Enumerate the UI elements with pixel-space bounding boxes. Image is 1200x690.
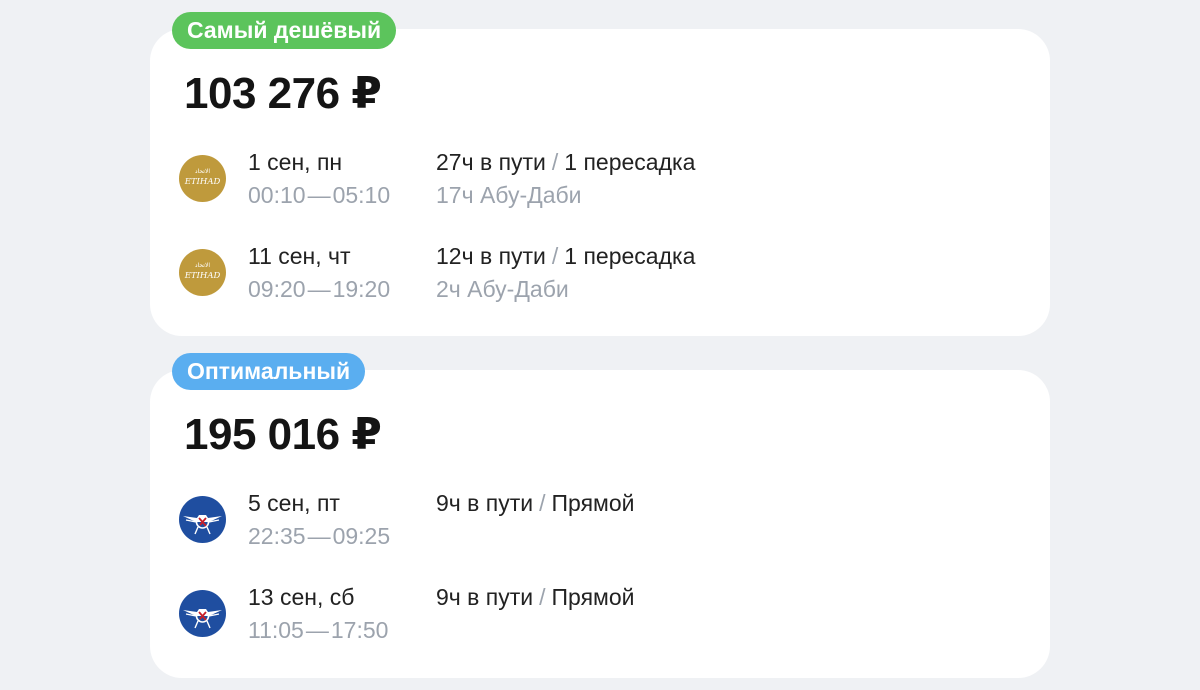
etihad-logo-icon: الاتحاد ETIHAD (179, 249, 226, 296)
etihad-logo-icon: الاتحاد ETIHAD (179, 155, 226, 202)
flight-row-return: 13 сен, сб 11:05—17:50 9ч в пути / Прямой (150, 584, 1050, 654)
stops-separator: / (539, 584, 546, 610)
duration-text: 9ч в пути (436, 584, 534, 610)
flight-duration: 9ч в пути / Прямой (436, 584, 635, 611)
flight-duration: 12ч в пути/1 пересадка (436, 243, 695, 270)
stops-separator: / (551, 149, 559, 175)
arrive-time: 05:10 (332, 182, 391, 208)
depart-time: 09:20 (248, 276, 306, 302)
flight-times: 22:35—09:25 (248, 523, 390, 550)
arrive-time: 09:25 (332, 523, 391, 549)
svg-text:الاتحاد: الاتحاد (195, 168, 210, 175)
time-separator: — (307, 182, 331, 208)
time-separator: — (307, 276, 331, 302)
duration-text: 9ч в пути (436, 490, 534, 516)
flight-times: 09:20—19:20 (248, 276, 390, 303)
flight-date: 13 сен, сб (248, 584, 355, 610)
stops-text: Прямой (551, 584, 635, 610)
arrive-time: 17:50 (330, 617, 389, 643)
flight-date: 1 сен, пн (248, 149, 343, 175)
offer-price: 103 276 ₽ (184, 69, 382, 118)
stops-separator: / (539, 490, 546, 516)
time-separator: — (307, 523, 331, 549)
svg-text:ETIHAD: ETIHAD (184, 177, 221, 187)
svg-text:ETIHAD: ETIHAD (184, 271, 221, 281)
flight-date: 5 сен, пт (248, 490, 340, 516)
aeroflot-logo-icon (179, 496, 226, 543)
duration-text: 27ч в пути (436, 149, 546, 175)
offer-card[interactable]: 103 276 ₽ الاتحاد ETIHAD 1 сен, пн 00:10… (150, 29, 1050, 336)
flight-row-outbound: 5 сен, пт 22:35—09:25 9ч в пути / Прямой (150, 490, 1050, 560)
layover-text: 17ч Абу-Даби (436, 182, 582, 208)
duration-text: 12ч в пути (436, 243, 546, 269)
aeroflot-logo-icon (179, 590, 226, 637)
flight-row-outbound: الاتحاد ETIHAD 1 сен, пн 00:10—05:10 27ч… (150, 149, 1050, 219)
cheapest-badge: Самый дешёвый (172, 12, 397, 49)
flight-duration: 9ч в пути / Прямой (436, 490, 635, 517)
offer-price: 195 016 ₽ (184, 410, 382, 459)
stops-text: 1 пересадка (564, 149, 696, 175)
depart-time: 22:35 (248, 523, 306, 549)
depart-time: 11:05 (248, 617, 304, 643)
flight-times: 00:10—05:10 (248, 182, 390, 209)
optimal-badge: Оптимальный (172, 353, 366, 390)
stops-text: 1 пересадка (564, 243, 696, 269)
svg-text:الاتحاد: الاتحاد (195, 262, 210, 269)
offer-card[interactable]: 195 016 ₽ 5 сен, пт 22:35—09:25 9ч в пут… (150, 370, 1050, 678)
stops-separator: / (551, 243, 559, 269)
flight-duration: 27ч в пути/1 пересадка (436, 149, 695, 176)
depart-time: 00:10 (248, 182, 306, 208)
layover-text: 2ч Абу-Даби (436, 276, 569, 302)
flight-times: 11:05—17:50 (248, 617, 388, 644)
arrive-time: 19:20 (332, 276, 391, 302)
time-separator: — (305, 617, 329, 643)
flight-date: 11 сен, чт (248, 243, 351, 269)
flight-row-return: الاتحاد ETIHAD 11 сен, чт 09:20—19:20 12… (150, 243, 1050, 313)
stops-text: Прямой (551, 490, 635, 516)
